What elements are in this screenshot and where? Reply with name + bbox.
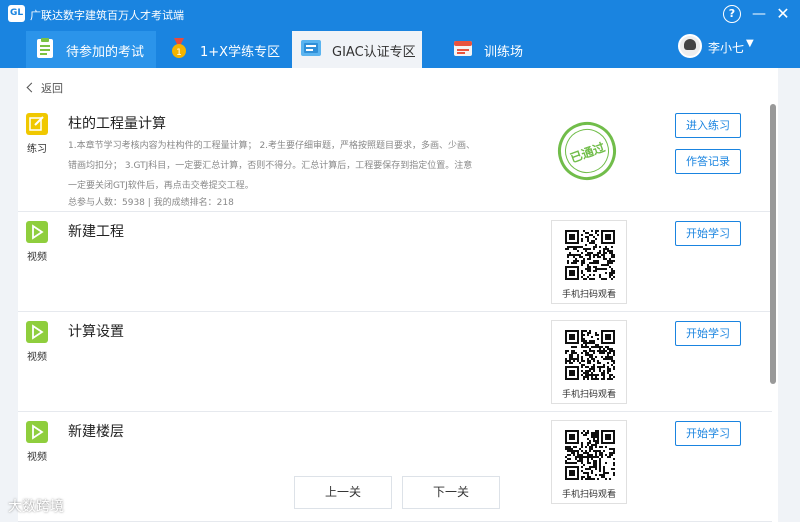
medal-icon: 1 [168, 37, 190, 59]
certificate-icon [300, 37, 322, 59]
tab-label: 待参加的考试 [66, 45, 145, 60]
description-line: 1.本章节学习考核内容为柱构件的工程量计算； 2.考生要仔细审题，严格按照题目要… [68, 141, 476, 151]
svg-text:1: 1 [176, 48, 182, 58]
main-content: 返回 练习 柱的工程量计算 1.本章节学习考核内容为柱构件的工程量计算； 2.考… [18, 68, 778, 522]
close-button[interactable]: ✕ [774, 5, 792, 23]
user-name: 李小七 [708, 41, 745, 55]
qr-code-panel: 手机扫码观看 [551, 420, 627, 504]
window-title: 广联达数字建筑百万人才考试端 [30, 9, 184, 22]
start-learning-button[interactable]: 开始学习 [675, 321, 741, 346]
qr-code-panel: 手机扫码观看 [551, 220, 627, 304]
chevron-down-icon: ▼ [746, 38, 754, 49]
description-line: 错画均扣分； 3.GTJ科目，一定要汇总计算，否则不得分。汇总计算后，工程要保存… [68, 161, 473, 171]
main-nav: 待参加的考试 1 1+X学练专区 GIAC认证专区 训练场 李小七 ▼ [0, 28, 800, 68]
type-label: 练习 [27, 144, 47, 155]
list-item: 视频 计算设置 手机扫码观看 开始学习 [18, 312, 772, 412]
passed-stamp: 已通过 [549, 113, 625, 189]
type-label: 视频 [27, 352, 47, 363]
previous-level-button[interactable]: 上一关 [294, 476, 392, 509]
start-learning-button[interactable]: 开始学习 [675, 421, 741, 446]
type-label: 视频 [27, 452, 47, 463]
app-window: GL 广联达数字建筑百万人才考试端 ? — ✕ 待参加的考试 1 1+X学练专区… [0, 0, 800, 522]
tab-giac-certification[interactable]: GIAC认证专区 [292, 31, 422, 68]
video-icon [26, 321, 48, 343]
avatar [678, 34, 702, 58]
type-label: 视频 [27, 252, 47, 263]
minimize-button[interactable]: — [750, 5, 768, 23]
stamp-text: 已通过 [568, 140, 607, 166]
training-icon [452, 37, 474, 59]
item-title: 新建工程 [68, 224, 124, 240]
chevron-left-icon [26, 82, 37, 93]
qr-caption: 手机扫码观看 [561, 390, 616, 400]
practice-icon [26, 113, 48, 135]
help-button[interactable]: ? [723, 5, 741, 23]
scrollbar[interactable] [770, 104, 776, 384]
qr-code-icon [565, 230, 615, 280]
tab-label: GIAC认证专区 [332, 45, 416, 60]
item-title: 柱的工程量计算 [68, 116, 166, 132]
start-learning-button[interactable]: 开始学习 [675, 221, 741, 246]
qr-code-icon [565, 430, 615, 480]
tab-label: 1+X学练专区 [200, 45, 281, 60]
list-item: 视频 新建工程 手机扫码观看 开始学习 [18, 212, 772, 312]
tab-1x-practice[interactable]: 1 1+X学练专区 [160, 31, 286, 68]
video-icon [26, 421, 48, 443]
back-label: 返回 [41, 82, 63, 95]
description-line: 一定要关闭GTJ软件后，再点击交卷提交工程。 [68, 181, 254, 191]
back-link[interactable]: 返回 [26, 80, 63, 96]
app-logo: GL [8, 5, 25, 22]
watermark: 大数跨境 [8, 499, 64, 515]
qr-code-icon [565, 330, 615, 380]
next-level-button[interactable]: 下一关 [402, 476, 500, 509]
enter-practice-button[interactable]: 进入练习 [675, 113, 741, 138]
item-description: 1.本章节学习考核内容为柱构件的工程量计算； 2.考生要仔细审题，严格按照题目要… [68, 136, 528, 196]
tab-pending-exams[interactable]: 待参加的考试 [26, 31, 156, 68]
qr-code-panel: 手机扫码观看 [551, 320, 627, 404]
item-title: 计算设置 [68, 324, 124, 340]
item-stats: 总参与人数：5938 | 我的成绩排名：218 [68, 198, 234, 208]
qr-caption: 手机扫码观看 [561, 490, 616, 500]
qr-caption: 手机扫码观看 [561, 290, 616, 300]
tab-training-ground[interactable]: 训练场 [444, 31, 554, 68]
item-title: 新建楼层 [68, 424, 124, 440]
answer-record-button[interactable]: 作答记录 [675, 149, 741, 174]
title-bar: GL 广联达数字建筑百万人才考试端 ? — ✕ [0, 0, 800, 28]
list-item: 练习 柱的工程量计算 1.本章节学习考核内容为柱构件的工程量计算； 2.考生要仔… [18, 104, 772, 212]
video-icon [26, 221, 48, 243]
clipboard-icon [34, 37, 56, 59]
list-item: 视频 新建楼层 手机扫码观看 开始学习 [18, 412, 772, 522]
tab-label: 训练场 [484, 45, 524, 60]
